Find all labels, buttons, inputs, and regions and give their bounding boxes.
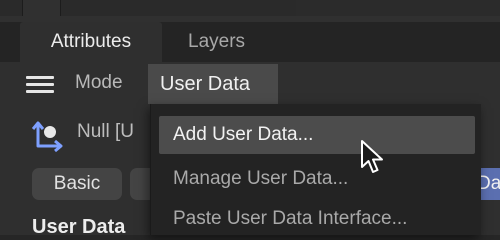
menu-item-manage-user-data[interactable]: Manage User Data... xyxy=(159,160,348,198)
basic-tab-button[interactable]: Basic xyxy=(32,168,122,200)
object-name: Null [U xyxy=(77,121,135,142)
top-panel-segment xyxy=(0,0,23,16)
top-panel-segment xyxy=(60,0,297,16)
user-data-dropdown: Add User Data... Manage User Data... Pas… xyxy=(150,104,481,235)
section-title: User Data xyxy=(32,216,126,238)
user-data-menu[interactable]: User Data xyxy=(148,64,278,104)
top-panel-strip xyxy=(0,0,500,22)
top-panel-segment xyxy=(296,0,500,16)
mode-menu[interactable]: Mode xyxy=(75,62,123,104)
hamburger-menu-icon[interactable] xyxy=(26,75,56,95)
tab-attributes[interactable]: Attributes xyxy=(20,22,162,62)
mode-bar: Mode User Data xyxy=(0,62,500,104)
hamburger-line xyxy=(26,76,54,79)
tab-layers[interactable]: Layers xyxy=(188,22,245,62)
menu-item-add-user-data[interactable]: Add User Data... xyxy=(159,116,475,154)
panel-tab-bar: Attributes Layers xyxy=(0,22,500,62)
hamburger-line xyxy=(26,90,54,93)
menu-item-paste-user-data-interface[interactable]: Paste User Data Interface... xyxy=(159,200,407,238)
null-object-icon xyxy=(31,121,63,153)
hamburger-line xyxy=(26,83,54,86)
